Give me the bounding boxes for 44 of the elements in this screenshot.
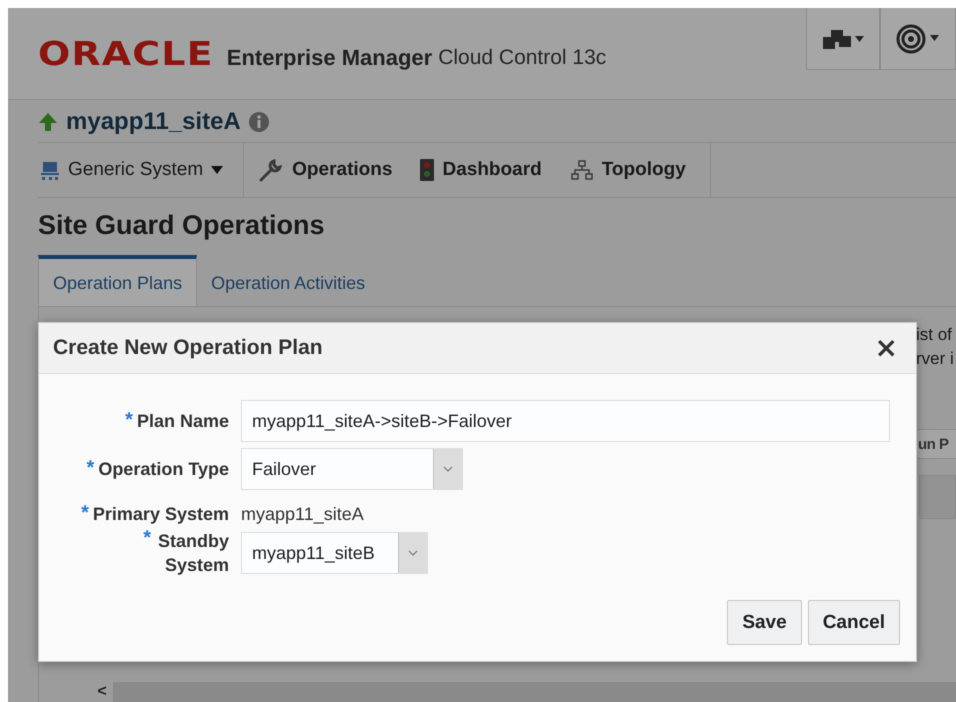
target-icon: [895, 22, 941, 54]
info-icon[interactable]: [248, 112, 269, 132]
tab[interactable]: Operation Activities: [197, 255, 380, 306]
target-menu-button[interactable]: [880, 8, 956, 70]
up-arrow-icon: [38, 112, 58, 132]
scroll-left-button[interactable]: <: [91, 682, 113, 702]
system-icon: [40, 160, 60, 180]
target-title: myapp11_siteA: [66, 108, 241, 136]
field-label: Plan Name: [136, 410, 229, 432]
description-text: rver i: [916, 348, 955, 370]
plan-name-field[interactable]: myapp11_siteA->siteB->Failover: [241, 400, 890, 442]
horizontal-scrollbar[interactable]: <: [91, 682, 956, 702]
tab[interactable]: Operation Plans: [38, 255, 198, 306]
nav-menu-item[interactable]: Dashboard: [406, 143, 556, 197]
page-title: Site Guard Operations: [38, 210, 326, 241]
required-marker: *: [81, 504, 89, 522]
nav-menu-item[interactable]: Generic System: [38, 143, 244, 197]
topology-icon: [570, 160, 594, 180]
field-label: Standby System: [156, 530, 229, 577]
dropdown-icon: [211, 166, 224, 174]
targets-menu-button[interactable]: [806, 8, 880, 70]
run-plan-button[interactable]: un P: [916, 429, 956, 459]
nav-menu-item[interactable]: Topology: [556, 143, 711, 197]
close-button[interactable]: ×: [870, 334, 902, 362]
required-marker: *: [86, 458, 94, 476]
field-label: Primary System: [92, 504, 229, 525]
field-value: myapp11_siteA: [241, 504, 364, 525]
nav-menu-item[interactable]: Operations: [244, 143, 406, 197]
dialog-button[interactable]: Save: [727, 600, 802, 645]
required-marker: *: [143, 529, 151, 547]
select-field[interactable]: Failover: [241, 448, 463, 490]
required-marker: *: [125, 410, 133, 428]
product-edition: Cloud Control 13c: [438, 46, 606, 70]
description-text: ist of: [916, 324, 953, 346]
chevron-down-icon: [443, 466, 453, 472]
field-label: Operation Type: [98, 458, 229, 480]
traffic-light-icon: [420, 159, 434, 181]
chevron-down-icon: [408, 550, 418, 556]
wrench-icon: [258, 158, 284, 182]
dialog-button[interactable]: Cancel: [808, 600, 900, 645]
dialog-title: Create New Operation Plan: [53, 336, 323, 360]
oracle-logo: ORACLE: [38, 34, 214, 73]
product-name: Enterprise Manager: [226, 44, 432, 70]
select-field[interactable]: myapp11_siteB: [241, 532, 428, 574]
